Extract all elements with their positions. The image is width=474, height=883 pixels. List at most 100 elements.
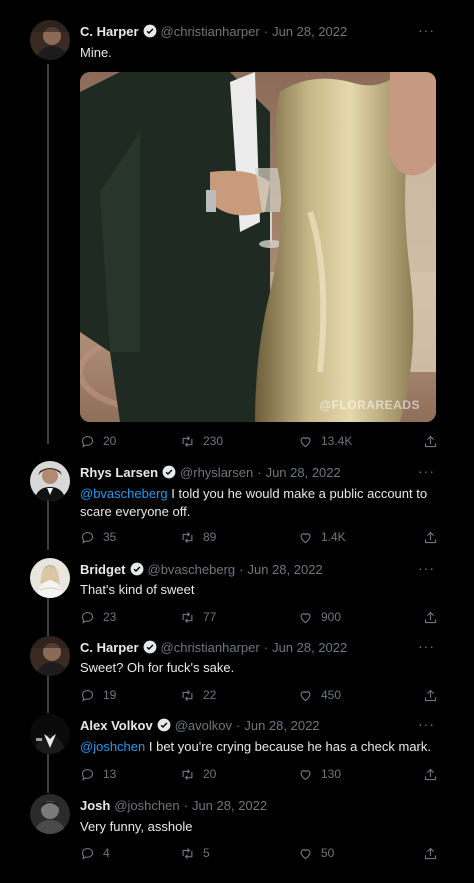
share-button[interactable] — [423, 767, 438, 782]
retweet-count: 77 — [203, 610, 217, 624]
retweet-button[interactable]: 22 — [180, 688, 298, 703]
reply-button[interactable]: 13 — [80, 767, 180, 782]
retweet-button[interactable]: 230 — [180, 434, 298, 449]
like-button[interactable]: 900 — [298, 610, 418, 625]
display-name[interactable]: Alex Volkov — [80, 718, 153, 733]
tweet-text: @joshchen I bet you're crying because he… — [80, 738, 444, 756]
tweet[interactable]: C. Harper @christianharper · Jun 28, 202… — [0, 632, 474, 710]
tweet-photo[interactable]: @FLORAREADS — [80, 72, 436, 422]
handle[interactable]: @christianharper — [161, 640, 260, 655]
timestamp[interactable]: Jun 28, 2022 — [192, 798, 267, 813]
mention-link[interactable]: @bvascheberg — [80, 486, 168, 501]
tweet[interactable]: Rhys Larsen @rhyslarsen · Jun 28, 2022 ·… — [0, 455, 474, 553]
tweet[interactable]: Bridget @bvascheberg · Jun 28, 2022 ··· … — [0, 552, 474, 634]
tweet[interactable]: Alex Volkov @avolkov · Jun 28, 2022 ··· … — [0, 710, 474, 790]
timestamp[interactable]: Jun 28, 2022 — [247, 562, 322, 577]
like-icon — [298, 846, 313, 861]
avatar[interactable] — [30, 558, 70, 598]
reply-button[interactable]: 23 — [80, 610, 180, 625]
like-button[interactable]: 450 — [298, 688, 418, 703]
retweet-button[interactable]: 5 — [180, 846, 298, 861]
reply-button[interactable]: 20 — [80, 434, 180, 449]
handle[interactable]: @rhyslarsen — [180, 465, 253, 480]
more-icon[interactable]: ··· — [418, 463, 436, 479]
retweet-count: 22 — [203, 688, 217, 702]
retweet-icon — [180, 767, 195, 782]
avatar[interactable] — [30, 636, 70, 676]
like-icon — [298, 434, 313, 449]
share-icon — [423, 767, 438, 782]
like-count: 450 — [321, 688, 342, 702]
verified-icon — [157, 718, 171, 732]
reply-button[interactable]: 4 — [80, 846, 180, 861]
avatar[interactable] — [30, 461, 70, 501]
reply-count: 35 — [103, 530, 117, 544]
share-button[interactable] — [423, 688, 438, 703]
retweet-count: 5 — [203, 846, 210, 860]
share-icon — [423, 610, 438, 625]
timestamp[interactable]: Jun 28, 2022 — [272, 24, 347, 39]
retweet-count: 89 — [203, 530, 217, 544]
timestamp[interactable]: Jun 28, 2022 — [244, 718, 319, 733]
display-name[interactable]: Rhys Larsen — [80, 465, 158, 480]
reply-button[interactable]: 35 — [80, 530, 180, 545]
handle[interactable]: @avolkov — [175, 718, 232, 733]
like-count: 50 — [321, 846, 335, 860]
reply-button[interactable]: 19 — [80, 688, 180, 703]
separator-dot: · — [236, 717, 241, 733]
like-button[interactable]: 1.4K — [298, 530, 418, 545]
handle[interactable]: @joshchen — [114, 798, 179, 813]
display-name[interactable]: C. Harper — [80, 640, 139, 655]
handle[interactable]: @bvascheberg — [148, 562, 236, 577]
retweet-icon — [180, 610, 195, 625]
more-icon[interactable]: ··· — [418, 638, 436, 654]
tweet-text-body: I bet you're crying because he has a che… — [145, 739, 431, 754]
share-button[interactable] — [423, 434, 438, 449]
handle[interactable]: @christianharper — [161, 24, 260, 39]
like-icon — [298, 767, 313, 782]
more-icon[interactable]: ··· — [418, 716, 436, 732]
share-button[interactable] — [423, 530, 438, 545]
share-button[interactable] — [423, 846, 438, 861]
timestamp[interactable]: Jun 28, 2022 — [266, 465, 341, 480]
retweet-button[interactable]: 20 — [180, 767, 298, 782]
avatar[interactable] — [30, 794, 70, 834]
reply-count: 20 — [103, 434, 117, 448]
tweet-text: Very funny, asshole — [80, 819, 193, 834]
reply-count: 4 — [103, 846, 110, 860]
avatar[interactable] — [30, 714, 70, 754]
like-button[interactable]: 50 — [298, 846, 418, 861]
tweet[interactable]: C. Harper @christianharper · Jun 28, 202… — [0, 0, 474, 460]
verified-icon — [130, 562, 143, 576]
mention-link[interactable]: @joshchen — [80, 739, 145, 754]
display-name[interactable]: Bridget — [80, 562, 126, 577]
share-button[interactable] — [423, 610, 438, 625]
share-icon — [423, 846, 438, 861]
retweet-button[interactable]: 77 — [180, 610, 298, 625]
tweet[interactable]: Josh @joshchen · Jun 28, 2022 Very funny… — [0, 790, 474, 883]
retweet-icon — [180, 434, 195, 449]
display-name[interactable]: C. Harper — [80, 24, 139, 39]
reply-icon — [80, 767, 95, 782]
tweet-text: @bvascheberg I told you he would make a … — [80, 485, 444, 521]
like-count: 900 — [321, 610, 342, 624]
retweet-count: 20 — [203, 767, 217, 781]
display-name[interactable]: Josh — [80, 798, 110, 813]
tweet-text: Mine. — [80, 45, 112, 60]
retweet-count: 230 — [203, 434, 224, 448]
avatar[interactable] — [30, 20, 70, 60]
like-button[interactable]: 130 — [298, 767, 418, 782]
timestamp[interactable]: Jun 28, 2022 — [272, 640, 347, 655]
separator-dot: · — [263, 23, 269, 39]
reply-icon — [80, 846, 95, 861]
verified-icon — [162, 465, 176, 479]
retweet-button[interactable]: 89 — [180, 530, 298, 545]
share-icon — [423, 434, 438, 449]
reply-count: 13 — [103, 767, 117, 781]
more-icon[interactable]: ··· — [418, 560, 436, 576]
tweet-text: Sweet? Oh for fuck's sake. — [80, 660, 235, 675]
retweet-icon — [180, 688, 195, 703]
more-icon[interactable]: ··· — [418, 22, 436, 38]
like-button[interactable]: 13.4K — [298, 434, 418, 449]
retweet-icon — [180, 530, 195, 545]
